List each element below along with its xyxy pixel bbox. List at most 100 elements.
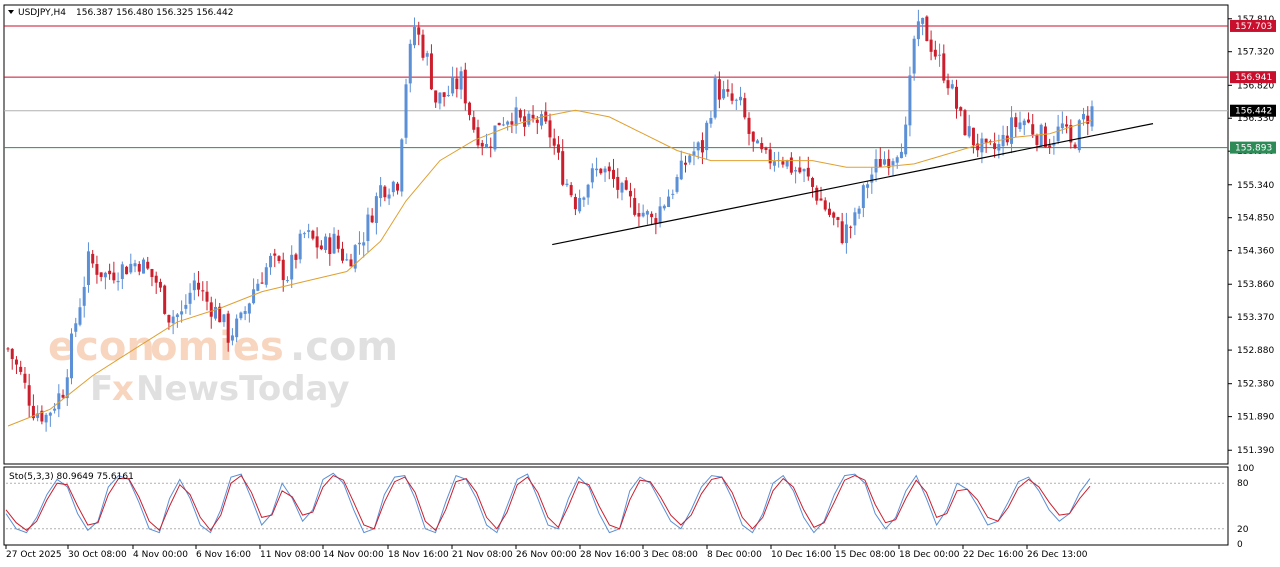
candle-body [722,89,726,99]
candle-body [205,291,209,302]
candle-body [582,197,586,200]
candle-body [1014,117,1018,127]
candle-body [883,159,887,165]
candle-body [916,21,920,40]
candle-body [1001,134,1005,147]
candle-body [840,221,844,244]
candle-body [277,256,281,261]
candle-body [535,119,539,123]
candle-body [129,263,133,273]
x-tick-label: 15 Dec 08:00 [835,550,896,560]
x-tick-label: 18 Dec 00:00 [899,550,960,560]
candle-body [1086,115,1090,124]
candle-body [328,237,332,255]
candle-body [209,302,213,317]
candle-body [171,316,175,324]
candle-body [425,53,429,57]
candle-body [1010,117,1014,144]
usdjpy-h4-chart[interactable]: econ omies .com F x NewsToday 157.810157… [0,0,1280,567]
candle-body [1035,135,1039,145]
candle-body [815,187,819,201]
y-tick-label: 157.320 [1237,48,1274,58]
candle-body [137,263,141,272]
candle-body [921,17,925,24]
candle-body [984,138,988,143]
candle-body [912,38,916,74]
candle-body [197,282,201,290]
candle-body [19,366,23,372]
x-tick-label: 30 Oct 08:00 [68,550,127,560]
y-tick-label: 152.880 [1237,346,1274,356]
x-tick-label: 10 Dec 16:00 [771,550,832,560]
price-tag-label: 155.893 [1235,144,1272,154]
candle-body [468,102,472,115]
candle-body [493,125,497,150]
candle-body [463,69,467,104]
candle-body [798,167,802,173]
candle-body [125,266,129,275]
chart-header: USDJPY,H4 156.387 156.480 156.325 156.44… [8,8,233,18]
candle-body [269,255,273,268]
x-tick-label: 4 Nov 00:00 [133,550,188,560]
candle-body [878,159,882,167]
candle-body [548,120,552,138]
candle-body [455,78,459,90]
candle-body [429,53,433,90]
candle-body [933,49,937,57]
x-tick-label: 6 Nov 16:00 [196,550,251,560]
candle-body [239,312,243,319]
candle-body [108,270,112,275]
candle-body [48,412,52,416]
watermark-dotcom: .com [290,324,398,370]
price-tag-label: 157.703 [1235,22,1272,32]
candle-body [641,212,645,217]
candle-body [713,78,717,118]
candle-body [180,311,184,315]
x-tick-label: 22 Dec 16:00 [963,550,1024,560]
candle-body [370,215,374,223]
candle-body [612,169,616,179]
y-tick-label: 151.890 [1237,413,1274,423]
candle-body [870,174,874,183]
candle-body [260,282,264,284]
candle-body [607,166,611,172]
candle-body [781,161,785,165]
candle-body [438,92,442,104]
candle-body [1082,113,1086,120]
candle-body [82,286,86,306]
candle-body [408,43,412,84]
candle-body [739,96,743,101]
candle-body [556,144,560,153]
candle-body [1043,126,1047,148]
price-tag-label: 156.941 [1235,73,1272,83]
candle-body [476,127,480,146]
candle-body [955,86,958,109]
watermark-newstoday: NewsToday [136,369,350,409]
candle-body [158,281,162,288]
candle-body [86,251,90,286]
x-tick-label: 28 Nov 16:00 [580,550,641,560]
watermark-omies: omies [150,324,284,370]
candle-body [311,230,315,239]
candle-body [942,53,946,81]
candle-body [628,190,632,197]
candle-body [459,71,463,90]
symbol-label: USDJPY,H4 [18,8,66,18]
stoch-y-tick-label: 0 [1237,540,1243,550]
ohlc-values: 156.387 156.480 156.325 156.442 [76,8,233,18]
candle-body [730,93,734,101]
candle-body [1060,123,1064,129]
candle-body [679,160,683,180]
stoch-y-tick-label: 20 [1237,525,1249,535]
candle-body [379,185,383,199]
stochastic-pane[interactable] [3,466,1229,546]
candle-body [192,280,196,291]
candle-body [256,283,260,291]
candle-body [341,248,345,261]
candle-body [573,197,577,210]
candle-body [552,138,556,146]
candle-body [709,117,713,124]
candle-body [518,110,522,118]
candle-body [1090,106,1094,127]
candle-body [434,90,438,103]
